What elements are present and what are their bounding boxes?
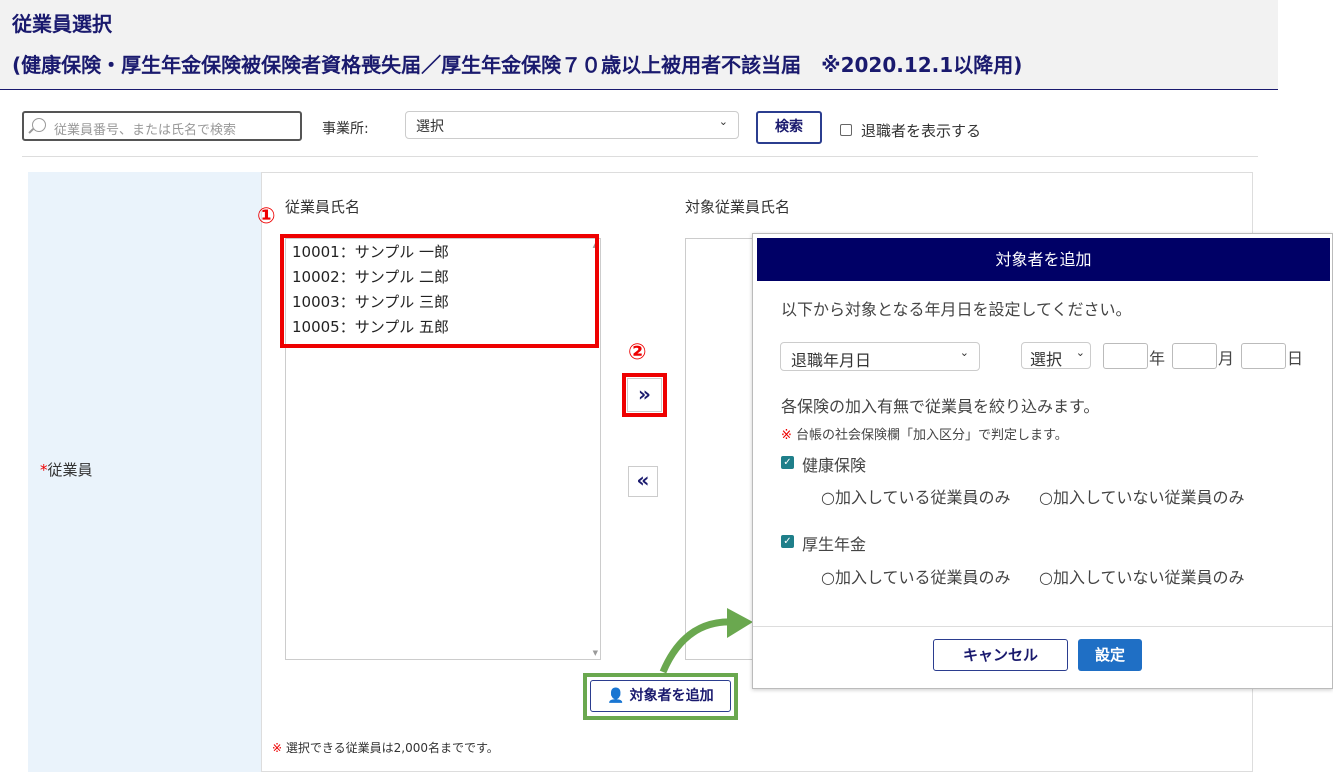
dialog-footer-divider [753,626,1332,627]
office-label: 事業所: [322,121,369,137]
health-not-enrolled-radio[interactable]: ○加入していない従業員のみ [1039,484,1244,508]
chevron-down-icon: ⌄ [718,115,728,128]
set-button[interactable]: 設定 [1078,639,1142,671]
add-target-label: 対象者を追加 [629,688,714,704]
office-select[interactable]: 選択 ⌄ [405,111,739,139]
highlight-box-1 [280,234,599,348]
limit-note: ※ 選択できる従業員は2,000名までです。 [272,739,499,756]
search-button[interactable]: 検索 [756,111,822,144]
page-title: 従業員選択 [12,12,112,36]
scroll-down-icon[interactable]: ▼ [593,649,598,657]
search-placeholder: 従業員番号、または氏名で検索 [54,123,237,138]
remove-employee-button[interactable]: « [628,466,658,497]
add-target-button[interactable]: 👤 対象者を追加 [590,680,731,712]
dialog-instruction: 以下から対象となる年月日を設定してください。 [781,300,1132,319]
search-input[interactable]: 従業員番号、または氏名で検索 [22,111,302,141]
step1-marker: ① [257,204,276,229]
employee-field-label: *従業員 [40,459,93,480]
step2-marker: ② [628,340,647,365]
office-select-value: 選択 [416,119,444,135]
pension-checkbox[interactable]: ✓ [781,535,794,548]
date-type-value: 退職年月日 [791,351,872,370]
health-enrolled-radio[interactable]: ○加入している従業員のみ [821,484,1010,508]
chevron-down-icon: ⌄ [959,346,969,359]
left-list-label: 従業員氏名 [285,198,361,216]
required-mark: * [40,461,48,479]
note-text: 選択できる従業員は2,000名までです。 [285,741,499,755]
pension-not-enrolled-radio[interactable]: ○加入していない従業員のみ [1039,564,1244,588]
era-select[interactable]: 選択 ⌄ [1021,342,1091,369]
day-unit: 日 [1287,349,1304,368]
divider [22,156,1258,157]
pension-enrolled-radio[interactable]: ○加入している従業員のみ [821,564,1010,588]
page-subtitle: (健康保険・厚生年金保険被保険者資格喪失届／厚生年金保険７０歳以上被用者不該当届… [12,53,1023,77]
search-icon [32,118,46,132]
year-unit: 年 [1149,349,1166,368]
health-insurance-checkbox[interactable]: ✓ [781,456,794,469]
health-insurance-label: 健康保険 [802,456,867,475]
date-type-select[interactable]: 退職年月日 ⌄ [780,342,980,371]
note-text: 台帳の社会保険欄「加入区分」で判定します。 [796,428,1068,443]
filter-note: ※ 台帳の社会保険欄「加入区分」で判定します。 [781,424,1068,443]
year-input[interactable] [1103,343,1148,369]
right-list-label: 対象従業員氏名 [685,198,791,216]
note-mark: ※ [272,741,283,755]
field-label-text: 従業員 [47,461,93,479]
note-mark: ※ [781,428,792,443]
show-retired-label: 退職者を表示する [861,122,982,140]
show-retired-checkbox[interactable] [840,124,852,136]
day-input[interactable] [1241,343,1286,369]
add-target-dialog: 対象者を追加 以下から対象となる年月日を設定してください。 退職年月日 ⌄ 選択 ⌄… [752,233,1333,689]
chevron-down-icon: ⌄ [1075,346,1085,359]
month-unit: 月 [1218,349,1235,368]
green-arrow-icon [659,608,753,674]
highlight-box-2 [622,373,667,417]
pension-label: 厚生年金 [802,535,867,554]
cancel-button[interactable]: キャンセル [933,639,1068,671]
month-input[interactable] [1172,343,1217,369]
user-icon: 👤 [607,688,625,704]
dialog-title: 対象者を追加 [757,238,1330,281]
filter-text: 各保険の加入有無で従業員を絞り込みます。 [781,397,1100,416]
era-value: 選択 [1030,350,1063,369]
